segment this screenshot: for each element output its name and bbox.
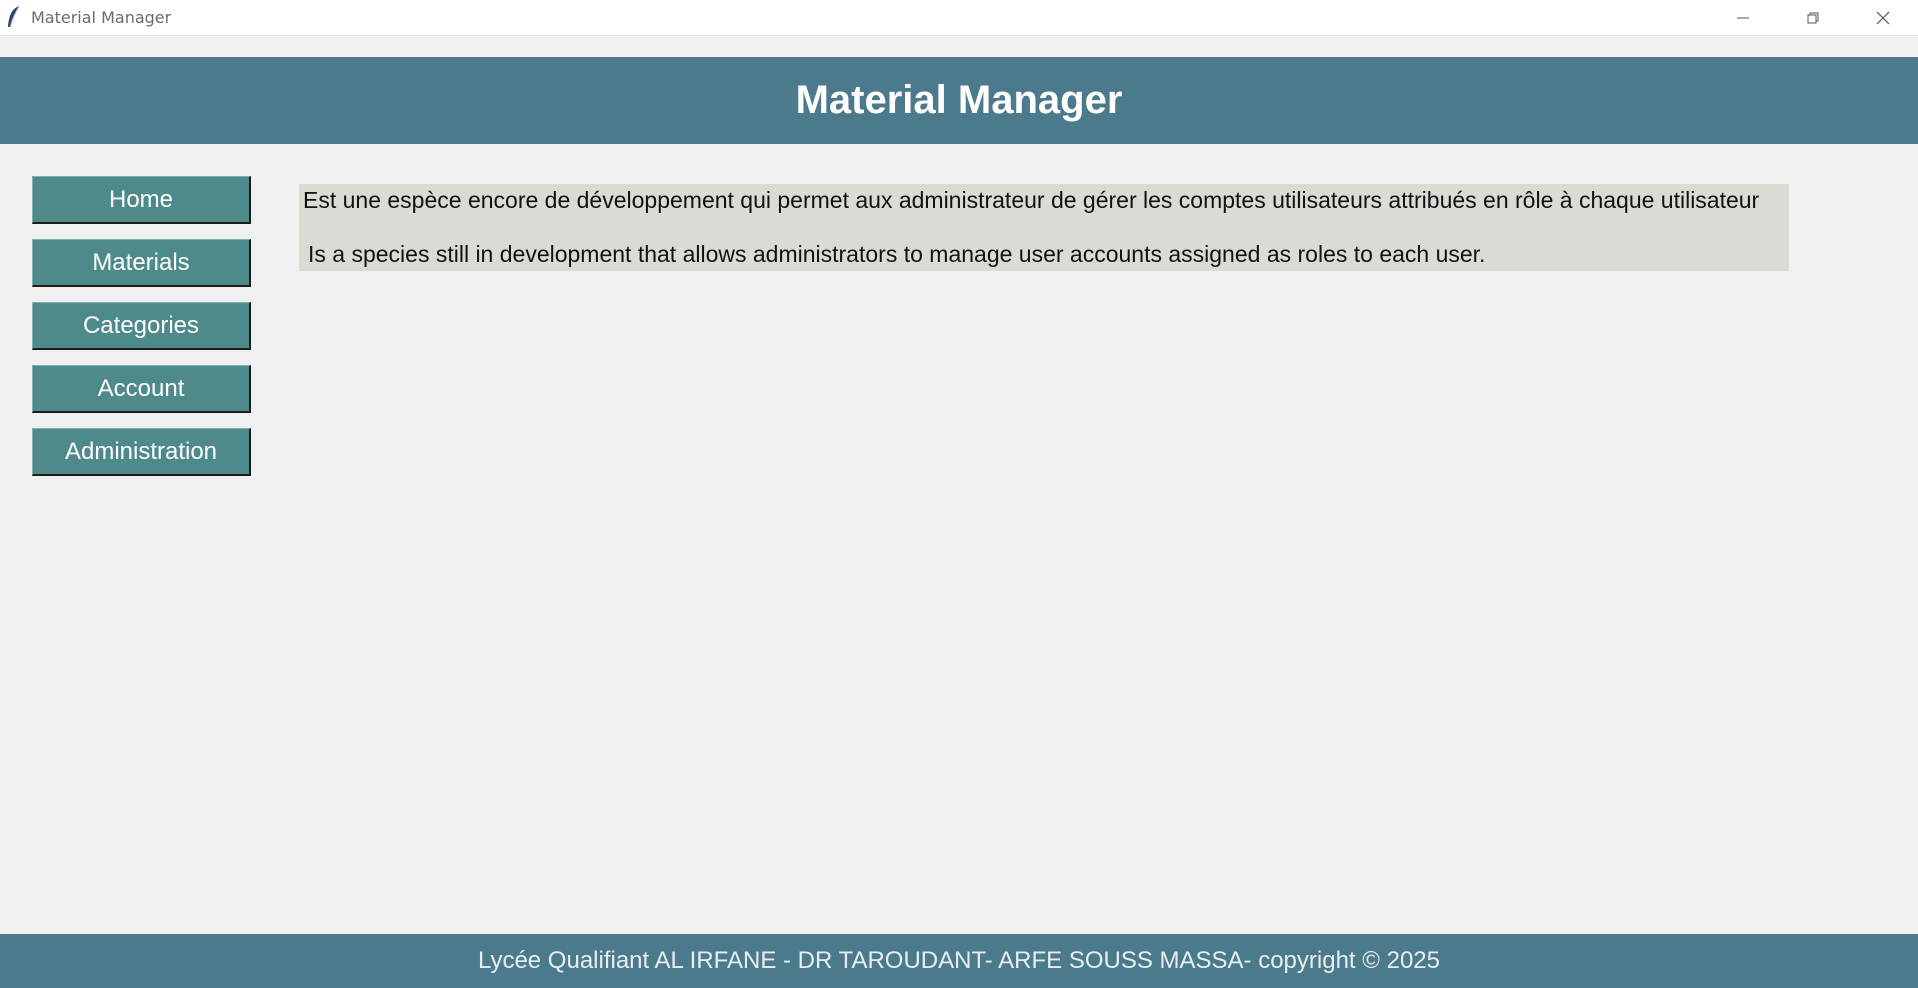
close-icon <box>1876 11 1890 25</box>
restore-button[interactable] <box>1778 0 1848 35</box>
page-title: Material Manager <box>795 78 1123 122</box>
description-french: Est une espèce encore de développement q… <box>303 187 1760 213</box>
categories-button[interactable]: Categories <box>32 302 251 350</box>
title-bar: Material Manager <box>0 0 1918 36</box>
feather-icon <box>6 5 22 29</box>
close-button[interactable] <box>1848 0 1918 35</box>
restore-icon <box>1807 12 1819 24</box>
minimize-button[interactable] <box>1708 0 1778 35</box>
minimize-icon <box>1737 17 1749 19</box>
administration-button[interactable]: Administration <box>32 428 251 476</box>
window-title: Material Manager <box>31 8 172 27</box>
sidebar-nav: Home Materials Categories Account Admini… <box>32 176 251 491</box>
account-button[interactable]: Account <box>32 365 251 413</box>
app-header: Material Manager <box>0 57 1918 144</box>
description-panel: Est une espèce encore de développement q… <box>299 184 1789 271</box>
home-button[interactable]: Home <box>32 176 251 224</box>
materials-button[interactable]: Materials <box>32 239 251 287</box>
app-window: Material Manager Material Manager Home M… <box>0 0 1918 988</box>
app-footer: Lycée Qualifiant AL IRFANE - DR TAROUDAN… <box>0 934 1918 988</box>
footer-copyright: Lycée Qualifiant AL IRFANE - DR TAROUDAN… <box>477 947 1440 974</box>
description-english: Is a species still in development that a… <box>308 241 1486 267</box>
